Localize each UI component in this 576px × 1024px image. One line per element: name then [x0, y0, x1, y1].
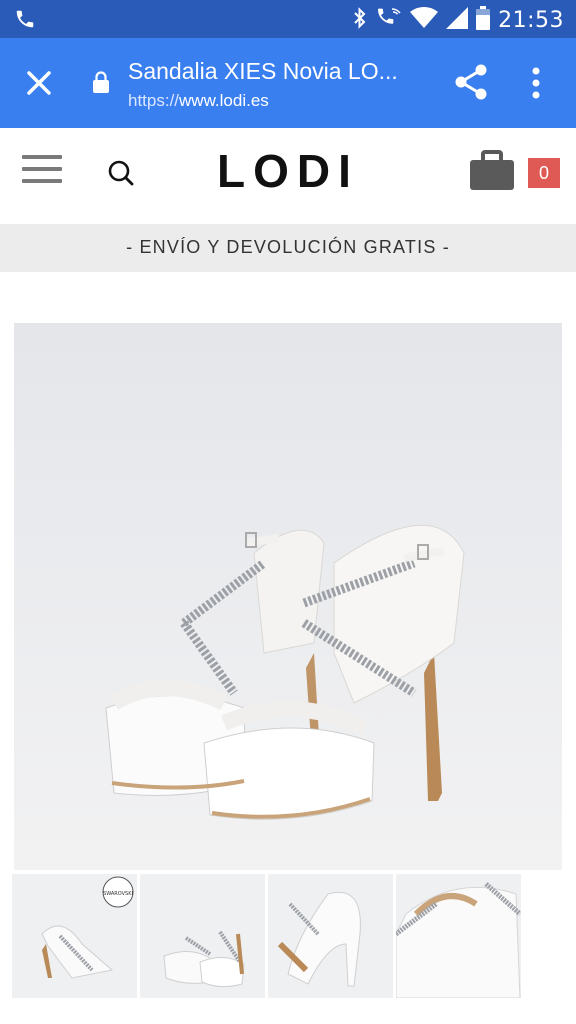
browser-toolbar: Sandalia XIES Novia LO... https://www.lo…: [0, 38, 576, 128]
wifi-call-icon: [376, 6, 402, 35]
site-header: LODI 0: [0, 128, 576, 225]
battery-icon: [476, 6, 491, 35]
promo-banner: - ENVÍO Y DEVOLUCIÓN GRATIS -: [0, 224, 576, 272]
more-options-icon[interactable]: [530, 66, 542, 105]
page-title: Sandalia XIES Novia LO...: [128, 58, 398, 84]
close-icon[interactable]: [22, 66, 56, 100]
thumbnail-3[interactable]: [268, 874, 393, 998]
swarovski-badge: SWAROVSKI: [103, 891, 133, 897]
status-bar: 21:53: [0, 0, 576, 38]
signal-icon: [446, 7, 469, 34]
cart-count-badge[interactable]: 0: [528, 158, 560, 188]
page-url: https://www.lodi.es: [128, 91, 269, 111]
share-icon[interactable]: [454, 64, 488, 105]
thumbnail-2[interactable]: [140, 874, 265, 998]
product-main-image[interactable]: [14, 323, 562, 870]
thumbnail-strip: SWAROVSKI: [12, 874, 521, 998]
thumbnail-4[interactable]: [396, 874, 521, 998]
phone-call-icon: [14, 7, 36, 36]
lock-icon: [92, 70, 110, 99]
cart-icon[interactable]: [468, 150, 516, 197]
wifi-icon: [410, 7, 439, 34]
url-scheme: https://: [128, 91, 180, 110]
bluetooth-icon: [352, 6, 368, 35]
status-time: 21:53: [498, 8, 564, 33]
url-host: www.lodi.es: [179, 91, 269, 110]
thumbnail-1[interactable]: SWAROVSKI: [12, 874, 137, 998]
